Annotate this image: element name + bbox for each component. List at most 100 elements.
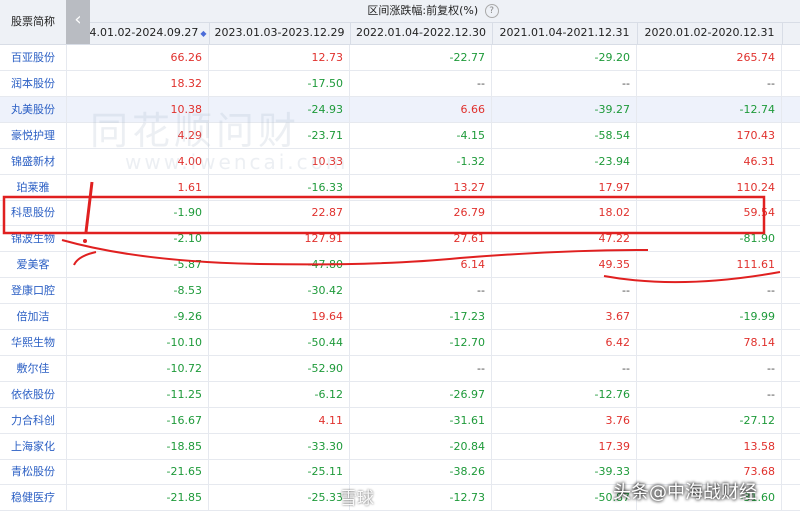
stock-name-link[interactable]: 爱美客: [0, 252, 67, 278]
stock-name-link[interactable]: 科思股份: [0, 200, 67, 226]
change-cell: -21.85: [66, 485, 209, 511]
change-cell: -6.12: [209, 381, 350, 407]
table-row[interactable]: 敷尔佳 -10.72 -52.90 -- -- --: [0, 355, 800, 382]
stock-name-link[interactable]: 青松股份: [0, 459, 67, 485]
change-cell: -21.65: [66, 459, 209, 485]
table-row[interactable]: 华熙生物 -10.10 -50.44 -12.70 6.42 78.14: [0, 329, 800, 356]
change-cell: -31.61: [350, 407, 492, 433]
column-header-stock-name[interactable]: 股票简称: [0, 0, 67, 44]
change-cell: -17.23: [350, 304, 492, 329]
table-row[interactable]: 豪悦护理 4.29 -23.71 -4.15 -58.54 170.43: [0, 122, 800, 149]
column-header-2023[interactable]: 2023.01.03-2023.12.29: [209, 22, 351, 44]
change-cell: -81.90: [637, 226, 782, 252]
stock-name-link[interactable]: 丸美股份: [0, 96, 67, 122]
sort-icon[interactable]: ◆: [200, 29, 206, 38]
table-row[interactable]: 珀莱雅 1.61 -16.33 13.27 17.97 110.24: [0, 174, 800, 201]
table-row[interactable]: 百亚股份 66.26 12.73 -22.77 -29.20 265.74: [0, 45, 800, 71]
change-cell: 78.14: [637, 329, 782, 355]
change-cell: --: [350, 70, 492, 96]
change-cell: -24.93: [209, 96, 350, 122]
change-cell: 18.32: [66, 70, 209, 96]
table-row[interactable]: 爱美客 -5.87 -47.80 6.14 49.35 111.61: [0, 252, 800, 279]
change-cell: 4.29: [66, 122, 209, 148]
change-cell: -39.27: [492, 96, 637, 122]
stock-name-link[interactable]: 锦盛新材: [0, 148, 67, 174]
stock-name-link[interactable]: 依依股份: [0, 381, 67, 407]
change-cell: -47.80: [209, 252, 350, 278]
stock-name-link[interactable]: 珀莱雅: [0, 174, 67, 200]
change-cell: -18.85: [66, 433, 209, 459]
column-header-2021[interactable]: 2021.01.04-2021.12.31: [492, 22, 638, 44]
change-cell: --: [637, 70, 782, 96]
stock-name-link[interactable]: 登康口腔: [0, 278, 67, 304]
table-row[interactable]: 科思股份 -1.90 22.87 26.79 18.02 59.54: [0, 200, 800, 227]
change-cell: --: [637, 355, 782, 381]
stock-name-link[interactable]: 稳健医疗: [0, 485, 67, 511]
change-cell: 10.38: [66, 96, 209, 122]
change-cell: -5.87: [66, 252, 209, 278]
stock-name-link[interactable]: 敷尔佳: [0, 355, 67, 381]
change-cell: -23.71: [209, 122, 350, 148]
change-cell: -12.76: [492, 381, 637, 407]
change-cell: 66.26: [66, 45, 209, 70]
change-cell: -9.26: [66, 304, 209, 329]
stock-name-link[interactable]: 润本股份: [0, 70, 67, 96]
change-cell: -25.33: [209, 485, 350, 511]
change-cell: -22.77: [350, 45, 492, 70]
change-cell: 17.97: [492, 174, 637, 200]
change-cell: 10.33: [209, 148, 350, 174]
change-cell: -17.50: [209, 70, 350, 96]
table-row[interactable]: 登康口腔 -8.53 -30.42 -- -- --: [0, 278, 800, 305]
stock-name-link[interactable]: 力合科创: [0, 407, 67, 433]
stock-name-link[interactable]: 上海家化: [0, 433, 67, 459]
change-cell: 22.87: [209, 200, 350, 226]
change-cell: 6.42: [492, 329, 637, 355]
change-cell: -30.42: [209, 278, 350, 304]
change-cell: -8.53: [66, 278, 209, 304]
change-cell: -26.97: [350, 381, 492, 407]
column-header-2022[interactable]: 2022.01.04-2022.12.30: [350, 22, 493, 44]
table-row[interactable]: 锦波生物 -2.10 127.91 27.61 47.22 -81.90: [0, 226, 800, 253]
scroll-left-button[interactable]: ‹: [66, 0, 90, 44]
stock-name-link[interactable]: 倍加洁: [0, 304, 67, 329]
stock-name-link[interactable]: 百亚股份: [0, 45, 67, 70]
help-icon[interactable]: ?: [484, 4, 499, 18]
change-cell: --: [492, 278, 637, 304]
change-cell: -50.44: [209, 329, 350, 355]
table-row[interactable]: 上海家化 -18.85 -33.30 -20.84 17.39 13.58: [0, 433, 800, 460]
change-cell: 59.54: [637, 200, 782, 226]
change-cell: 12.73: [209, 45, 350, 70]
table-row[interactable]: 倍加洁 -9.26 19.64 -17.23 3.67 -19.99: [0, 304, 800, 330]
change-cell: 170.43: [637, 122, 782, 148]
change-cell: -12.74: [637, 96, 782, 122]
change-cell: --: [350, 278, 492, 304]
table-row[interactable]: 丸美股份 10.38 -24.93 6.66 -39.27 -12.74: [0, 96, 800, 123]
change-cell: -10.10: [66, 329, 209, 355]
change-cell: 110.24: [637, 174, 782, 200]
change-cell: --: [350, 355, 492, 381]
stock-name-link[interactable]: 豪悦护理: [0, 122, 67, 148]
change-cell: --: [637, 278, 782, 304]
change-cell: 6.14: [350, 252, 492, 278]
change-cell: -23.94: [492, 148, 637, 174]
table-row[interactable]: 依依股份 -11.25 -6.12 -26.97 -12.76 --: [0, 381, 800, 408]
column-header-2020[interactable]: 2020.01.02-2020.12.31: [637, 22, 783, 44]
change-cell: -25.11: [209, 459, 350, 485]
change-cell: -11.25: [66, 381, 209, 407]
change-cell: -4.15: [350, 122, 492, 148]
table-row[interactable]: 锦盛新材 4.00 10.33 -1.32 -23.94 46.31: [0, 148, 800, 175]
change-cell: -58.54: [492, 122, 637, 148]
change-cell: -20.84: [350, 433, 492, 459]
table-row[interactable]: 力合科创 -16.67 4.11 -31.61 3.76 -27.12: [0, 407, 800, 434]
change-cell: 13.58: [637, 433, 782, 459]
change-cell: -29.20: [492, 45, 637, 70]
toutiao-watermark: 头条@中海战财经: [613, 482, 757, 503]
change-cell: 46.31: [637, 148, 782, 174]
change-cell: -16.33: [209, 174, 350, 200]
change-cell: 26.79: [350, 200, 492, 226]
table-header: 股票简称 区间涨跌幅:前复权(%) ? 2024.01.02-2024.09.2…: [0, 0, 800, 45]
table-row[interactable]: 润本股份 18.32 -17.50 -- -- --: [0, 70, 800, 97]
stock-name-link[interactable]: 华熙生物: [0, 329, 67, 355]
stock-name-link[interactable]: 锦波生物: [0, 226, 67, 252]
change-cell: 17.39: [492, 433, 637, 459]
